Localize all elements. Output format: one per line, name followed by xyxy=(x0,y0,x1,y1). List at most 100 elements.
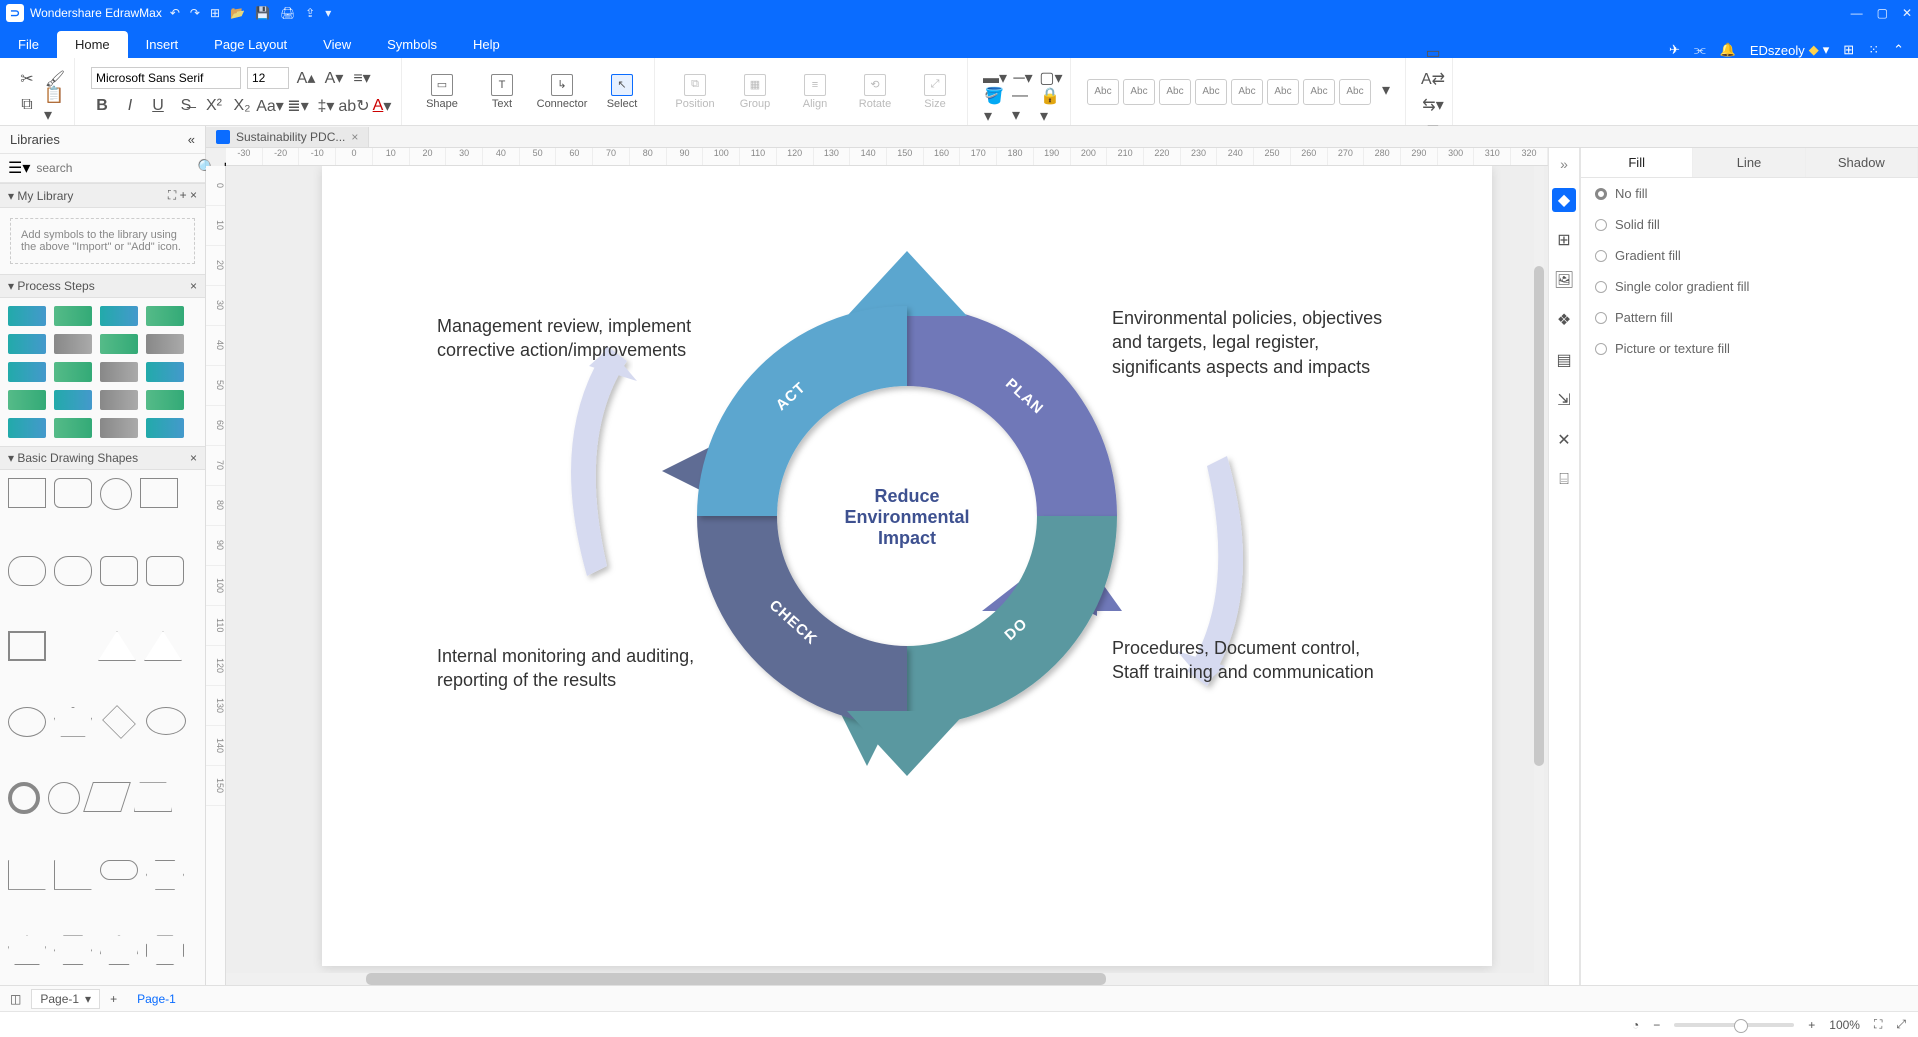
basic-shape-heptagon[interactable] xyxy=(100,935,138,965)
align-tool[interactable]: ≡Align xyxy=(791,74,839,110)
font-family-combo[interactable] xyxy=(91,67,241,89)
basic-shape-rounded2[interactable] xyxy=(146,556,184,586)
rtab-line[interactable]: Line xyxy=(1693,148,1805,177)
process-shape[interactable] xyxy=(100,334,138,354)
process-shape[interactable] xyxy=(146,390,184,410)
basic-shape-octagon[interactable] xyxy=(146,935,184,965)
basic-shape-triangle[interactable] xyxy=(54,631,90,659)
style-preset-1[interactable]: Abc xyxy=(1087,79,1119,105)
process-shape[interactable] xyxy=(54,334,92,354)
process-shape[interactable] xyxy=(146,362,184,382)
rtab-fill[interactable]: Fill xyxy=(1581,148,1693,177)
mylib-expand-icon[interactable]: ⛶ xyxy=(168,188,176,202)
decrease-font-icon[interactable]: A▾ xyxy=(323,67,345,89)
prop-image-icon[interactable]: 🖼 xyxy=(1552,268,1576,292)
process-shape[interactable] xyxy=(54,418,92,438)
basic-title[interactable]: Basic Drawing Shapes xyxy=(17,451,138,465)
save-icon[interactable]: 💾 xyxy=(255,6,270,20)
share-icon[interactable]: ⫘ xyxy=(1694,42,1706,58)
process-shape[interactable] xyxy=(100,418,138,438)
style-preset-6[interactable]: Abc xyxy=(1267,79,1299,105)
style-more-icon[interactable]: ▾ xyxy=(1375,79,1397,101)
menu-symbols[interactable]: Symbols xyxy=(369,31,455,58)
process-shape[interactable] xyxy=(100,306,138,326)
basic-shape-donut[interactable] xyxy=(8,782,40,814)
line-spacing-icon[interactable]: ‡▾ xyxy=(315,95,337,117)
menu-page-layout[interactable]: Page Layout xyxy=(196,31,305,58)
canvas[interactable]: Reduce Environmental Impact PLAN DO CHEC… xyxy=(226,166,1548,985)
group-tool[interactable]: ▦Group xyxy=(731,74,779,110)
mylib-add-icon[interactable]: + xyxy=(180,188,187,202)
underline-icon[interactable]: U xyxy=(147,95,169,117)
process-shape[interactable] xyxy=(8,334,46,354)
zoom-out-icon[interactable]: − xyxy=(1653,1018,1660,1032)
align-text-icon[interactable]: ≡▾ xyxy=(351,67,373,89)
fill-option-single[interactable]: Single color gradient fill xyxy=(1581,271,1918,302)
notification-icon[interactable]: 🔔 xyxy=(1720,42,1736,58)
menu-insert[interactable]: Insert xyxy=(128,31,197,58)
basic-shape-triangle3[interactable] xyxy=(144,631,182,661)
copy-icon[interactable]: ⧉ xyxy=(16,94,38,116)
process-shape[interactable] xyxy=(8,418,46,438)
process-shape[interactable] xyxy=(146,418,184,438)
apps-icon[interactable]: ⁙ xyxy=(1868,42,1879,58)
basic-shape-trapezoid[interactable] xyxy=(134,782,172,812)
mylib-title[interactable]: My Library xyxy=(17,189,73,203)
style-preset-7[interactable]: Abc xyxy=(1303,79,1335,105)
prop-comment-icon[interactable]: ⌸ xyxy=(1552,468,1576,492)
basic-shape-pentagon[interactable] xyxy=(54,707,92,737)
collapse-ribbon-icon[interactable]: ⌃ xyxy=(1893,42,1904,58)
process-shape[interactable] xyxy=(8,306,46,326)
basic-shape-triangle2[interactable] xyxy=(98,631,136,661)
process-shape[interactable] xyxy=(146,334,184,354)
mylib-close-icon[interactable]: × xyxy=(190,188,197,202)
process-shape[interactable] xyxy=(8,390,46,410)
eyedropper-icon[interactable]: ◔ xyxy=(1632,1018,1639,1032)
basic-shape-stadium[interactable] xyxy=(100,860,138,880)
menu-home[interactable]: Home xyxy=(57,31,128,58)
lock-icon[interactable]: 🔒▾ xyxy=(1040,95,1062,117)
basic-shape-circle[interactable] xyxy=(100,478,132,510)
arrange-icon[interactable]: ⇆▾ xyxy=(1422,94,1444,116)
page-selector[interactable]: Page-1▾ xyxy=(31,989,100,1009)
qat-more-icon[interactable]: ▾ xyxy=(325,6,331,20)
connector-tool[interactable]: ↳Connector xyxy=(538,74,586,110)
basic-shape-ellipse[interactable] xyxy=(146,707,186,735)
style-preset-3[interactable]: Abc xyxy=(1159,79,1191,105)
basic-shape-ring[interactable] xyxy=(48,782,80,814)
fill-option-solid[interactable]: Solid fill xyxy=(1581,209,1918,240)
shape-tool[interactable]: ▭Shape xyxy=(418,74,466,110)
layout-icon[interactable]: ⊞ xyxy=(1843,42,1854,58)
text-tool[interactable]: TText xyxy=(478,74,526,110)
select-tool[interactable]: ↖Select xyxy=(598,74,646,110)
case-icon[interactable]: Aa▾ xyxy=(259,95,281,117)
subscript-icon[interactable]: X₂ xyxy=(231,95,253,117)
basic-close-icon[interactable]: × xyxy=(190,451,197,465)
basic-shape-pill[interactable] xyxy=(54,556,92,586)
basic-shape-parallelogram[interactable] xyxy=(83,782,131,812)
line-dropdown-icon[interactable]: ─▾ xyxy=(1012,67,1034,89)
send-icon[interactable]: ✈ xyxy=(1669,42,1680,58)
process-shape[interactable] xyxy=(100,362,138,382)
style-preset-2[interactable]: Abc xyxy=(1123,79,1155,105)
page[interactable]: Reduce Environmental Impact PLAN DO CHEC… xyxy=(322,166,1492,966)
basic-shape-square[interactable] xyxy=(140,478,178,508)
bullets-icon[interactable]: ≣▾ xyxy=(287,95,309,117)
redo-icon[interactable]: ↷ xyxy=(190,6,200,20)
close-icon[interactable]: ✕ xyxy=(1902,6,1912,20)
process-close-icon[interactable]: × xyxy=(190,279,197,293)
undo-icon[interactable]: ↶ xyxy=(170,6,180,20)
minimize-icon[interactable]: — xyxy=(1851,6,1863,20)
menu-file[interactable]: File xyxy=(0,31,57,58)
maximize-icon[interactable]: ▢ xyxy=(1877,6,1888,20)
basic-shape-diamond[interactable] xyxy=(102,705,136,739)
process-shape[interactable] xyxy=(54,390,92,410)
basic-shape-rect[interactable] xyxy=(8,478,46,508)
find-replace-icon[interactable]: A⇄ xyxy=(1422,68,1444,90)
basic-shape-blob[interactable] xyxy=(8,707,46,737)
process-title[interactable]: Process Steps xyxy=(17,279,94,293)
prop-page-icon[interactable]: ▤ xyxy=(1552,348,1576,372)
library-menu-icon[interactable]: ☰▾ xyxy=(8,158,30,178)
strike-icon[interactable]: S̶ xyxy=(175,95,197,117)
prop-fill-icon[interactable]: ◆ xyxy=(1552,188,1576,212)
